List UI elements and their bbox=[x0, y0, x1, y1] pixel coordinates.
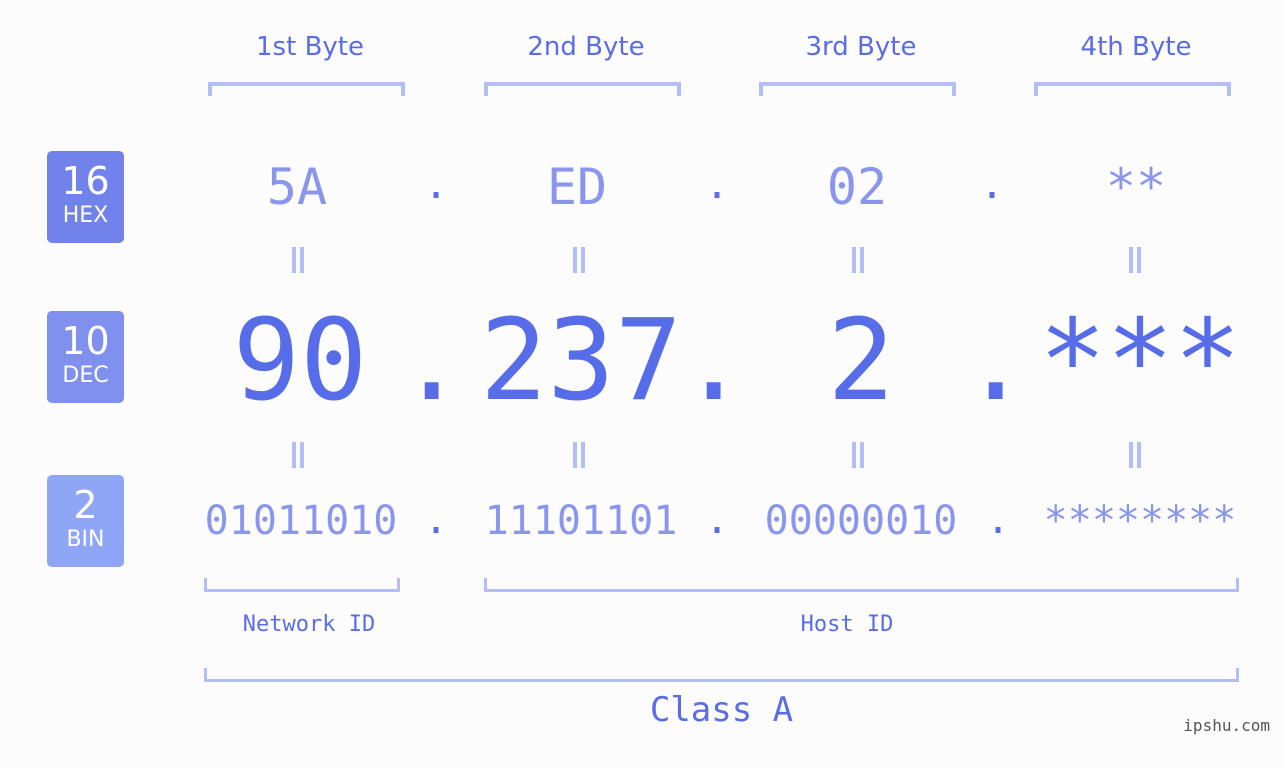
dec-base-label: DEC bbox=[62, 363, 109, 388]
hex-octet-1: 5A bbox=[266, 158, 328, 216]
bin-octet-1: 01011010 bbox=[204, 498, 398, 544]
hex-base-label: HEX bbox=[62, 203, 109, 228]
equals-icon bbox=[292, 442, 304, 468]
byte-label-4: 4th Byte bbox=[1080, 32, 1192, 62]
byte-label-3: 3rd Byte bbox=[805, 32, 917, 62]
byte-label-2: 2nd Byte bbox=[527, 32, 645, 62]
hex-badge: 16 HEX bbox=[47, 151, 124, 243]
byte-bracket-2 bbox=[484, 82, 681, 96]
hex-separator-2: . bbox=[705, 162, 730, 208]
hex-octet-2: ED bbox=[546, 158, 608, 216]
hex-octet-3: 02 bbox=[826, 158, 888, 216]
hex-octet-4: ** bbox=[1105, 158, 1167, 216]
dec-octet-3: 2 bbox=[827, 296, 895, 426]
equals-icon bbox=[1129, 247, 1141, 273]
bin-separator-1: . bbox=[424, 497, 449, 543]
dec-badge: 10 DEC bbox=[47, 311, 124, 403]
bin-badge: 2 BIN bbox=[47, 475, 124, 567]
bin-octet-2: 11101101 bbox=[484, 498, 678, 544]
hex-separator-3: . bbox=[980, 162, 1005, 208]
equals-icon bbox=[852, 442, 864, 468]
dec-base-number: 10 bbox=[61, 319, 110, 363]
class-label: Class A bbox=[649, 690, 794, 730]
watermark: ipshu.com bbox=[1183, 716, 1270, 735]
network-id-label: Network ID bbox=[242, 612, 376, 637]
bin-separator-3: . bbox=[986, 497, 1011, 543]
host-id-bracket bbox=[484, 578, 1239, 592]
byte-bracket-3 bbox=[759, 82, 956, 96]
dec-octet-1: 90 bbox=[232, 296, 368, 426]
byte-bracket-1 bbox=[208, 82, 405, 96]
network-id-bracket bbox=[204, 578, 400, 592]
equals-icon bbox=[292, 247, 304, 273]
bin-base-number: 2 bbox=[73, 483, 98, 527]
byte-label-1: 1st Byte bbox=[256, 32, 364, 62]
bin-octet-4: ******** bbox=[1043, 498, 1237, 544]
dec-octet-2: 237 bbox=[479, 296, 683, 426]
equals-icon bbox=[1129, 442, 1141, 468]
bin-base-label: BIN bbox=[66, 527, 105, 552]
hex-separator-1: . bbox=[424, 162, 449, 208]
equals-icon bbox=[852, 247, 864, 273]
class-bracket bbox=[204, 668, 1239, 682]
equals-icon bbox=[573, 247, 585, 273]
hex-base-number: 16 bbox=[61, 159, 110, 203]
byte-bracket-4 bbox=[1034, 82, 1231, 96]
equals-icon bbox=[573, 442, 585, 468]
dec-octet-4: *** bbox=[1038, 296, 1242, 426]
bin-octet-3: 00000010 bbox=[764, 498, 958, 544]
host-id-label: Host ID bbox=[800, 612, 894, 637]
bin-separator-2: . bbox=[705, 497, 730, 543]
